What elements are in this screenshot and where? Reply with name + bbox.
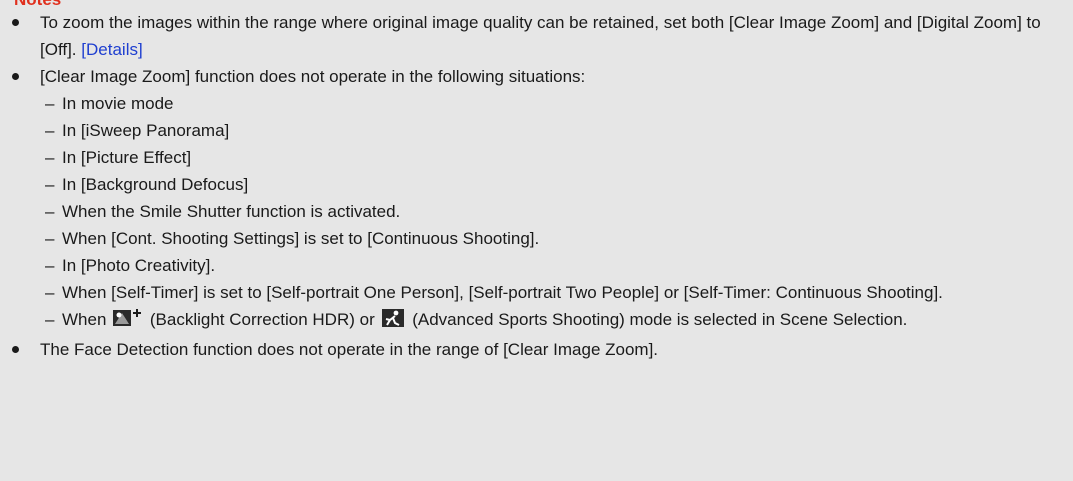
advanced-sports-shooting-icon [381, 308, 405, 336]
list-item: To zoom the images within the range wher… [0, 9, 1073, 63]
note-text: To zoom the images within the range wher… [40, 13, 1041, 59]
list-item: The Face Detection function does not ope… [0, 336, 1073, 363]
dash-icon: – [45, 148, 55, 167]
sub-list-item: – When [Self-Timer] is set to [Self-port… [0, 279, 1073, 306]
sub-item-text: In [Picture Effect] [62, 148, 192, 167]
sub-list-item: – In [Photo Creativity]. [0, 252, 1073, 279]
details-link[interactable]: [Details] [81, 40, 142, 59]
dash-icon: – [45, 175, 55, 194]
sub-list-item: – In [Picture Effect] [0, 144, 1073, 171]
sub-item-text: In [Photo Creativity]. [62, 256, 216, 275]
bullet-icon [12, 73, 19, 80]
sub-item-text: (Advanced Sports Shooting) mode is selec… [412, 310, 908, 329]
sub-item-text: (Backlight Correction HDR) or [149, 310, 375, 329]
dash-icon: – [45, 121, 55, 140]
sub-list-item: – In [Background Defocus] [0, 171, 1073, 198]
list-item: [Clear Image Zoom] function does not ope… [0, 63, 1073, 90]
sub-item-text: When [62, 310, 107, 329]
sub-list-item: – In [iSweep Panorama] [0, 117, 1073, 144]
sub-list-item: – When [Cont. Shooting Settings] is set … [0, 225, 1073, 252]
note-text: The Face Detection function does not ope… [40, 340, 659, 359]
dash-icon: – [45, 310, 55, 329]
sub-item-text: When [Self-Timer] is set to [Self-portra… [62, 283, 943, 302]
dash-icon: – [45, 256, 55, 275]
bullet-icon [12, 19, 19, 26]
sub-list-item: – When (Backlight Correction HDR) or (Ad… [0, 306, 1073, 336]
sub-item-text: In movie mode [62, 94, 174, 113]
sub-list-item: – In movie mode [0, 90, 1073, 117]
dash-icon: – [45, 229, 55, 248]
dash-icon: – [45, 94, 55, 113]
dash-icon: – [45, 283, 55, 302]
backlight-correction-hdr-icon [113, 308, 143, 336]
dash-icon: – [45, 202, 55, 221]
bullet-icon [12, 346, 19, 353]
sub-list-item: – When the Smile Shutter function is act… [0, 198, 1073, 225]
sub-item-text: In [iSweep Panorama] [62, 121, 230, 140]
note-text: [Clear Image Zoom] function does not ope… [40, 67, 586, 86]
sub-item-text: In [Background Defocus] [62, 175, 249, 194]
notes-list: To zoom the images within the range wher… [0, 9, 1073, 363]
sub-item-text: When [Cont. Shooting Settings] is set to… [62, 229, 540, 248]
sub-item-text: When the Smile Shutter function is activ… [62, 202, 401, 221]
